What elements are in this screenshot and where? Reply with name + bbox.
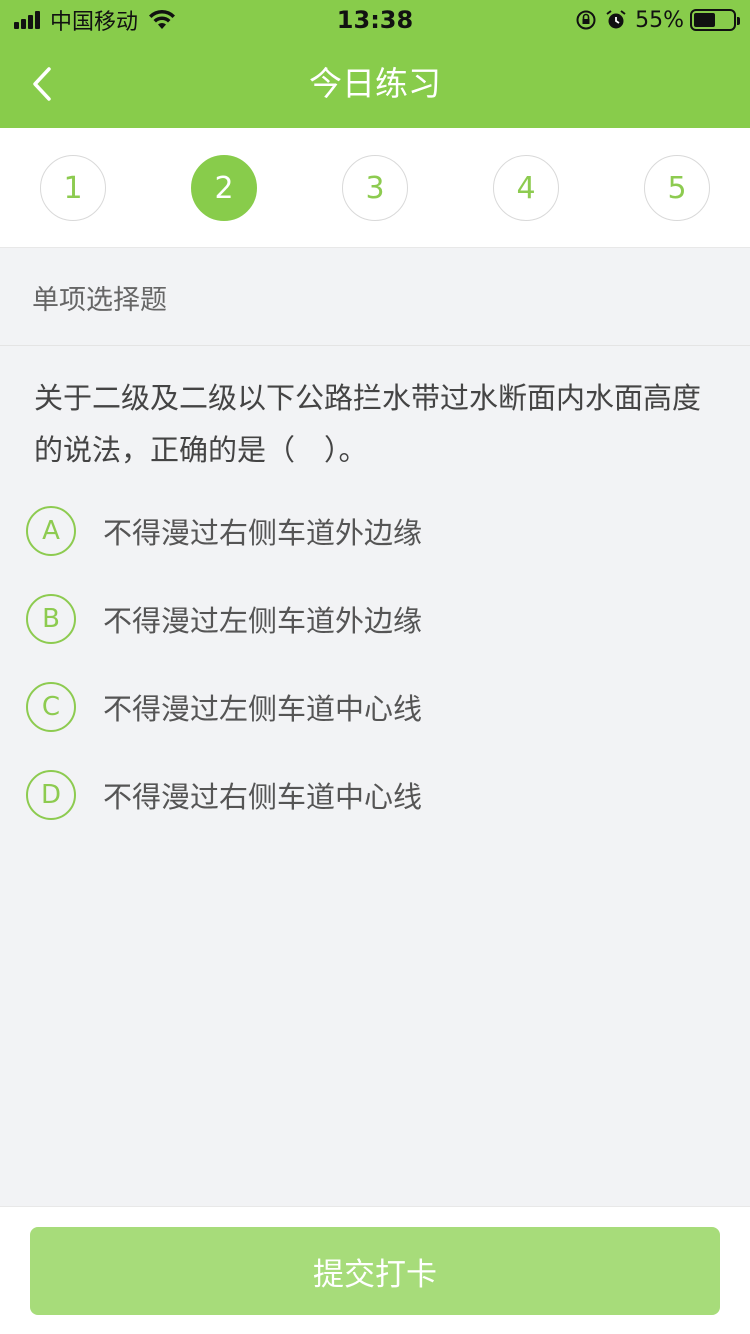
- question-tab-4[interactable]: 4: [493, 155, 559, 221]
- option-a-text: 不得漫过右侧车道外边缘: [103, 516, 423, 550]
- question-tab-5[interactable]: 5: [644, 155, 710, 221]
- question-tab-3[interactable]: 3: [342, 155, 408, 221]
- battery-percent: 55%: [635, 7, 684, 33]
- question-type-bar: 单项选择题: [0, 248, 750, 346]
- question-text: 关于二级及二级以下公路拦水带过水断面内水面高度 的说法，正确的是（ ）。: [34, 372, 734, 476]
- status-bar: 中国移动 13:38 55%: [0, 0, 750, 40]
- battery-fill: [694, 13, 715, 27]
- question-tabs: 1 2 3 4 5: [0, 128, 750, 248]
- page-title: 今日练习: [309, 64, 441, 103]
- question-line-2: 的说法，正确的是（ ）。: [34, 433, 368, 467]
- option-d-text: 不得漫过右侧车道中心线: [103, 780, 423, 814]
- question-tab-1[interactable]: 1: [40, 155, 106, 221]
- battery-icon: [690, 9, 740, 31]
- question-tab-2[interactable]: 2: [191, 155, 257, 221]
- option-b-text: 不得漫过左侧车道外边缘: [103, 604, 423, 638]
- option-a-letter: A: [26, 506, 76, 556]
- option-c[interactable]: C 不得漫过左侧车道中心线: [26, 681, 626, 733]
- option-b[interactable]: B 不得漫过左侧车道外边缘: [26, 593, 626, 645]
- alarm-icon: [606, 10, 626, 29]
- option-b-letter: B: [26, 594, 76, 644]
- nav-bar: 今日练习: [0, 40, 750, 128]
- option-c-letter: C: [26, 682, 76, 732]
- option-d-letter: D: [26, 770, 76, 820]
- footer-bar: 提交打卡: [0, 1206, 750, 1334]
- option-d[interactable]: D 不得漫过右侧车道中心线: [26, 769, 626, 821]
- option-c-text: 不得漫过左侧车道中心线: [103, 692, 423, 726]
- rotation-lock-icon: [576, 10, 596, 30]
- question-line-1: 关于二级及二级以下公路拦水带过水断面内水面高度: [34, 381, 702, 415]
- question-type-label: 单项选择题: [32, 285, 167, 316]
- status-right: 55%: [575, 6, 740, 34]
- option-a[interactable]: A 不得漫过右侧车道外边缘: [26, 505, 626, 557]
- app-header: 中国移动 13:38 55% 今日练习: [0, 0, 750, 128]
- submit-checkin-button[interactable]: 提交打卡: [30, 1227, 720, 1315]
